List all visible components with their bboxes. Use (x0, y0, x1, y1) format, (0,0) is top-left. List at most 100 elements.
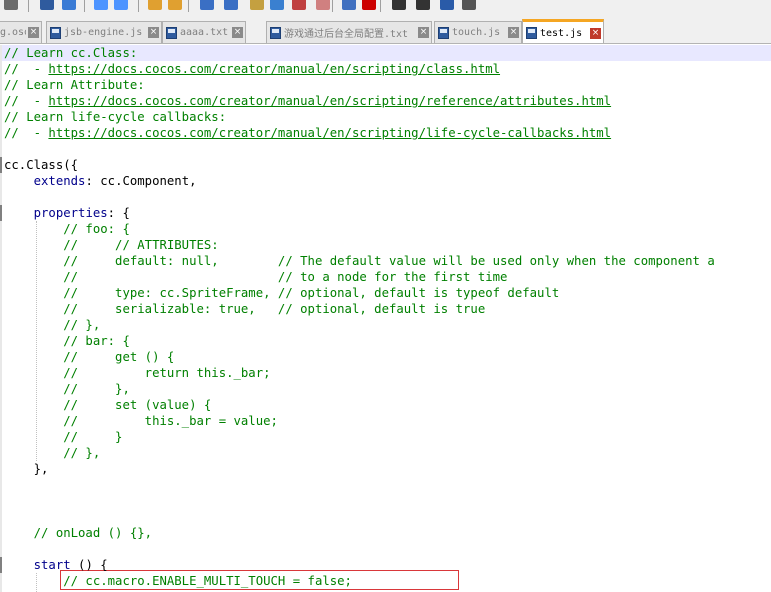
tab-5[interactable]: touch.js × (434, 21, 522, 43)
code-token: extends (33, 174, 86, 188)
doc-map-button[interactable] (268, 0, 286, 12)
tab-label: test.js (540, 27, 583, 39)
code-token: // foo: { (4, 222, 130, 236)
tab-1[interactable]: g.osd× (0, 21, 42, 43)
fold-margin[interactable] (0, 45, 2, 592)
word-wrap-icon (200, 0, 214, 10)
code-token: // set (value) { (4, 398, 212, 412)
code-token: cc.Class({ (4, 158, 79, 172)
code-line: cc.Class({ (4, 157, 78, 173)
tab-2[interactable]: jsb-engine.js × (46, 21, 162, 43)
code-line: // } (4, 429, 122, 445)
code-token: // // to a node for the first time (4, 270, 508, 284)
code-line: // serializable: true, // optional, defa… (4, 301, 485, 317)
code-token: () { (70, 558, 108, 572)
find-button[interactable] (38, 0, 56, 12)
sync-scroll-h-button[interactable] (166, 0, 184, 12)
code-line: // default: null, // The default value w… (4, 253, 715, 269)
indent-guide-button[interactable] (248, 0, 266, 12)
close-tab-icon[interactable]: × (148, 27, 159, 38)
code-token: // Learn cc.Class: (4, 46, 138, 60)
code-line: }, (4, 461, 49, 477)
show-all-chars-icon (224, 0, 238, 10)
code-token: // return this._bar; (4, 366, 271, 380)
monitor-button[interactable] (340, 0, 358, 12)
replace-icon (62, 0, 76, 10)
record-macro-button[interactable] (360, 0, 378, 12)
toolbar-separator (28, 0, 29, 12)
code-line: // this._bar = value; (4, 413, 278, 429)
save-state-icon (438, 26, 449, 39)
find-icon (40, 0, 54, 10)
tab-4[interactable]: 游戏通过后台全局配置.txt × (266, 21, 432, 43)
code-line: // }, (4, 317, 100, 333)
code-token: // - (4, 62, 49, 76)
sync-scroll-v-button[interactable] (146, 0, 164, 12)
code-token: start (33, 558, 71, 572)
toolbar-separator (84, 0, 85, 12)
close-tab-icon[interactable]: × (418, 27, 429, 38)
code-token: // }, (4, 446, 101, 460)
tab-label: aaaa.txt (180, 27, 229, 38)
zoom-out-icon (114, 0, 128, 10)
sync-scroll-v-icon (148, 0, 162, 10)
toolbar (0, 0, 771, 16)
fold-marker[interactable] (0, 205, 2, 221)
fold-marker[interactable] (0, 557, 2, 573)
tab-label: touch.js (452, 27, 501, 38)
function-list-button[interactable] (290, 0, 308, 12)
tab-6[interactable]: test.js × (522, 19, 604, 43)
save-macro-icon (462, 0, 476, 10)
code-token: // }, (4, 382, 130, 396)
replace-button[interactable] (60, 0, 78, 12)
word-wrap-button[interactable] (198, 0, 216, 12)
code-line: extends: cc.Component, (4, 173, 197, 189)
toolbar-separator (380, 0, 381, 12)
code-token: // Learn life-cycle callbacks: (4, 110, 227, 124)
url-link[interactable]: https://docs.cocos.com/creator/manual/en… (48, 62, 500, 76)
code-token: // get () { (4, 350, 175, 364)
code-token: // // ATTRIBUTES: (4, 238, 219, 252)
tab-3[interactable]: aaaa.txt × (162, 21, 246, 43)
tab-label: jsb-engine.js (64, 27, 143, 38)
close-tab-icon[interactable]: × (508, 27, 519, 38)
zoom-in-button[interactable] (92, 0, 110, 12)
sync-scroll-h-icon (168, 0, 182, 10)
code-token: }, (4, 462, 49, 476)
close-tab-icon[interactable]: × (232, 27, 243, 38)
code-line: // - https://docs.cocos.com/creator/manu… (4, 125, 611, 141)
run-macro-multiple-icon (440, 0, 454, 10)
function-list-icon (292, 0, 306, 10)
url-link[interactable]: https://docs.cocos.com/creator/manual/en… (48, 126, 611, 140)
code-line: // Learn life-cycle callbacks: (4, 109, 226, 125)
undo-icon (4, 0, 18, 10)
code-token: : { (107, 206, 130, 220)
code-token: // - (4, 126, 49, 140)
stop-record-button[interactable] (390, 0, 408, 12)
undo-button[interactable] (2, 0, 20, 12)
code-editor[interactable]: // Learn cc.Class: // - https://docs.coco… (0, 45, 771, 592)
doc-map-icon (270, 0, 284, 10)
fold-marker[interactable] (0, 157, 2, 173)
code-line: // // ATTRIBUTES: (4, 237, 219, 253)
code-line: start () { (4, 557, 108, 573)
url-link[interactable]: https://docs.cocos.com/creator/manual/en… (48, 94, 611, 108)
zoom-out-button[interactable] (112, 0, 130, 12)
toolbar-separator (332, 0, 333, 12)
code-line: // foo: { (4, 221, 130, 237)
run-macro-multiple-button[interactable] (438, 0, 456, 12)
code-token: properties (33, 206, 108, 220)
folder-as-workspace-button[interactable] (314, 0, 332, 12)
play-macro-button[interactable] (414, 0, 432, 12)
folder-as-workspace-icon (316, 0, 330, 10)
show-all-chars-button[interactable] (222, 0, 240, 12)
close-tab-icon[interactable]: × (28, 27, 39, 38)
close-tab-icon[interactable]: × (590, 27, 601, 39)
code-line: // Learn cc.Class: (4, 45, 137, 61)
save-state-icon (166, 26, 177, 39)
code-line: properties: { (4, 205, 130, 221)
indent-guide-icon (250, 0, 264, 10)
save-macro-button[interactable] (460, 0, 478, 12)
